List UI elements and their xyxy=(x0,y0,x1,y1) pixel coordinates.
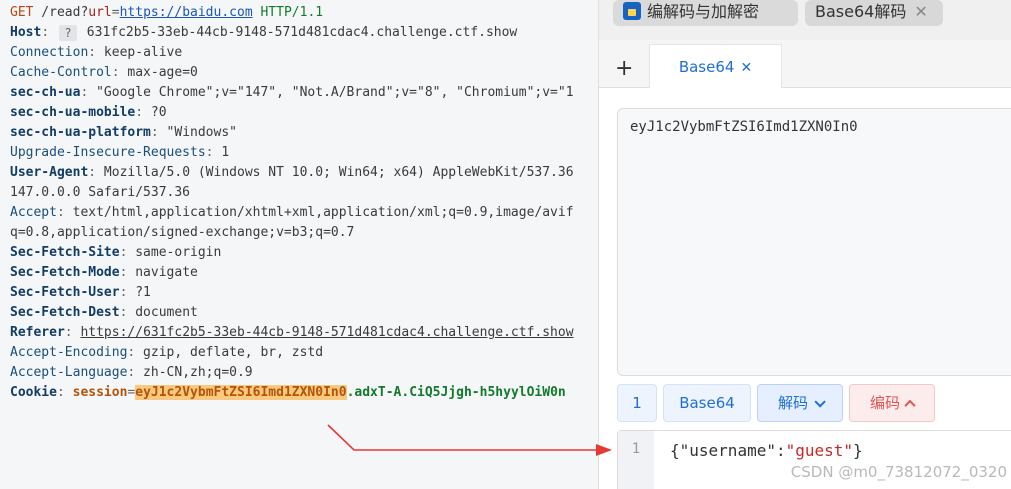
header-accept-encoding: Accept-Encoding: gzip, deflate, br, zstd xyxy=(10,345,324,360)
window-tab-bar: 编解码与加解密 Base64解码 ✕ xyxy=(599,0,1011,40)
json-brace: } xyxy=(853,441,863,460)
encode-button[interactable]: 编码 xyxy=(849,384,935,422)
tab-base64[interactable]: Base64 ✕ xyxy=(649,44,782,88)
header-value: "Google Chrome";v="147", "Not.A/Brand";v… xyxy=(88,85,574,100)
header-value: 631fc2b5-33eb-44cb-9148-571d481cdac4.cha… xyxy=(78,25,518,40)
header-sec-fetch-site: Sec-Fetch-Site: same-origin xyxy=(10,245,222,260)
header-name: sec-ch-ua-mobile xyxy=(10,105,136,120)
json-key: "username" xyxy=(679,441,776,460)
request-path: /read? xyxy=(33,5,89,20)
tab-label: 编解码与加解密 xyxy=(647,2,760,21)
cookie-name: session xyxy=(72,385,128,400)
header-cookie: Cookie: session=eyJ1c2VybmFtZSI6Imd1ZXN0… xyxy=(10,385,566,400)
header-name: sec-ch-ua xyxy=(10,85,81,100)
header-value: Mozilla/5.0 (Windows NT 10.0; Win64; x64… xyxy=(96,165,574,180)
url-param-eq: = xyxy=(111,5,120,20)
header-value: 147.0.0.0 Safari/537.36 xyxy=(10,185,191,200)
json-value: "guest" xyxy=(785,441,854,460)
line-number-gutter: 1 xyxy=(618,431,654,489)
header-value: max-age=0 xyxy=(119,65,198,80)
url-param-value[interactable]: https://baidu.com xyxy=(120,5,253,20)
header-value: q=0.8,application/signed-exchange;v=b3;q… xyxy=(10,225,355,240)
button-label: 解码 xyxy=(777,394,808,412)
decode-button[interactable]: 解码 xyxy=(757,384,843,422)
header-value: "Windows" xyxy=(158,125,237,140)
cookie-highlighted-payload[interactable]: eyJ1c2VybmFtZSI6Imd1ZXN0In0 xyxy=(135,385,347,400)
button-label: 编码 xyxy=(869,394,900,412)
header-name: Accept-Encoding xyxy=(10,345,128,360)
header-user-agent-cont: 147.0.0.0 Safari/537.36 xyxy=(10,183,190,203)
window-tab-codec[interactable]: 编解码与加解密 xyxy=(613,0,798,26)
header-sec-ch-ua-platform: sec-ch-ua-platform: "Windows" xyxy=(10,125,237,140)
window-tab-base64[interactable]: Base64解码 ✕ xyxy=(805,0,943,26)
subtab-bar: + Base64 ✕ xyxy=(599,40,1011,88)
help-badge[interactable]: ? xyxy=(58,24,77,41)
header-accept-language: Accept-Language: zh-CN,zh;q=0.9 xyxy=(10,365,253,380)
http-protocol: HTTP/1.1 xyxy=(252,5,324,20)
chevron-down-icon xyxy=(814,396,826,408)
header-name: Cache-Control xyxy=(10,65,112,80)
header-value: text/html,application/xhtml+xml,applicat… xyxy=(64,205,574,220)
header-upgrade-insecure: Upgrade-Insecure-Requests: 1 xyxy=(10,145,230,160)
header-sec-ch-ua: sec-ch-ua: "Google Chrome";v="147", "Not… xyxy=(10,85,574,100)
header-value: 1 xyxy=(213,145,230,160)
header-value: ?0 xyxy=(143,105,167,120)
header-name: Referer xyxy=(10,325,65,340)
decode-tool-panel: 编解码与加解密 Base64解码 ✕ + Base64 ✕ eyJ1c2VybmFt… xyxy=(598,0,1011,489)
header-value: ?1 xyxy=(127,285,151,300)
header-cache-control: Cache-Control: max-age=0 xyxy=(10,65,198,80)
header-value: navigate xyxy=(127,265,198,280)
header-host: Host: ? 631fc2b5-33eb-44cb-9148-571d481c… xyxy=(10,24,518,41)
header-name: Sec-Fetch-Mode xyxy=(10,265,120,280)
json-brace: { xyxy=(670,441,680,460)
header-name: Sec-Fetch-Site xyxy=(10,245,120,260)
header-user-agent: User-Agent: Mozilla/5.0 (Windows NT 10.0… xyxy=(10,165,574,180)
tab-label: Base64 xyxy=(678,58,735,76)
format-select-button[interactable]: Base64 xyxy=(663,384,751,422)
cookie-signature: .adxT-A.CiQ5Jjgh-h5hyylOiW0n xyxy=(346,385,566,400)
line-count-button[interactable]: 1 xyxy=(617,384,657,422)
input-textarea[interactable]: eyJ1c2VybmFtZSI6Imd1ZXN0In0 xyxy=(617,108,1011,376)
header-name: User-Agent xyxy=(10,165,89,180)
header-value: document xyxy=(127,305,198,320)
header-sec-fetch-user: Sec-Fetch-User: ?1 xyxy=(10,285,151,300)
http-request-pane[interactable]: GET /read?url=https://baidu.com HTTP/1.1… xyxy=(0,0,598,489)
header-referer: Referer: https://631fc2b5-33eb-44cb-9148… xyxy=(10,325,574,340)
json-colon: : xyxy=(775,441,786,460)
watermark: CSDN @m0_73812072_0320 xyxy=(790,463,1007,481)
tab-label: Base64解码 xyxy=(815,2,907,21)
close-icon[interactable]: ✕ xyxy=(740,60,752,76)
header-name: Connection xyxy=(10,45,89,60)
header-name: Accept xyxy=(10,205,57,220)
header-name: Accept-Language xyxy=(10,365,128,380)
header-name: Host xyxy=(10,25,42,40)
header-name: Cookie xyxy=(10,385,57,400)
header-value: same-origin xyxy=(127,245,222,260)
header-value: zh-CN,zh;q=0.9 xyxy=(135,365,253,380)
decoded-json: {"username":"guest"} xyxy=(670,441,863,460)
header-sec-ch-ua-mobile: sec-ch-ua-mobile: ?0 xyxy=(10,105,167,120)
header-sec-fetch-mode: Sec-Fetch-Mode: navigate xyxy=(10,265,198,280)
header-accept: Accept: text/html,application/xhtml+xml,… xyxy=(10,205,574,220)
chevron-up-icon xyxy=(904,399,916,412)
header-name: Upgrade-Insecure-Requests xyxy=(10,145,206,160)
header-connection: Connection: keep-alive xyxy=(10,45,183,60)
close-icon[interactable]: ✕ xyxy=(914,2,927,21)
header-accept-cont: q=0.8,application/signed-exchange;v=b3;q… xyxy=(10,223,354,243)
header-name: Sec-Fetch-User xyxy=(10,285,120,300)
http-method: GET xyxy=(10,5,34,20)
lock-icon xyxy=(623,2,641,20)
header-name: sec-ch-ua-platform xyxy=(10,125,151,140)
referer-link[interactable]: https://631fc2b5-33eb-44cb-9148-571d481c… xyxy=(80,325,573,340)
request-line: GET /read?url=https://baidu.com HTTP/1.1 xyxy=(10,3,323,23)
header-name: Sec-Fetch-Dest xyxy=(10,305,120,320)
add-tab-icon[interactable]: + xyxy=(615,58,633,80)
header-value: keep-alive xyxy=(96,45,183,60)
url-param-key: url xyxy=(88,5,112,20)
header-value: gzip, deflate, br, zstd xyxy=(135,345,324,360)
header-sec-fetch-dest: Sec-Fetch-Dest: document xyxy=(10,305,198,320)
